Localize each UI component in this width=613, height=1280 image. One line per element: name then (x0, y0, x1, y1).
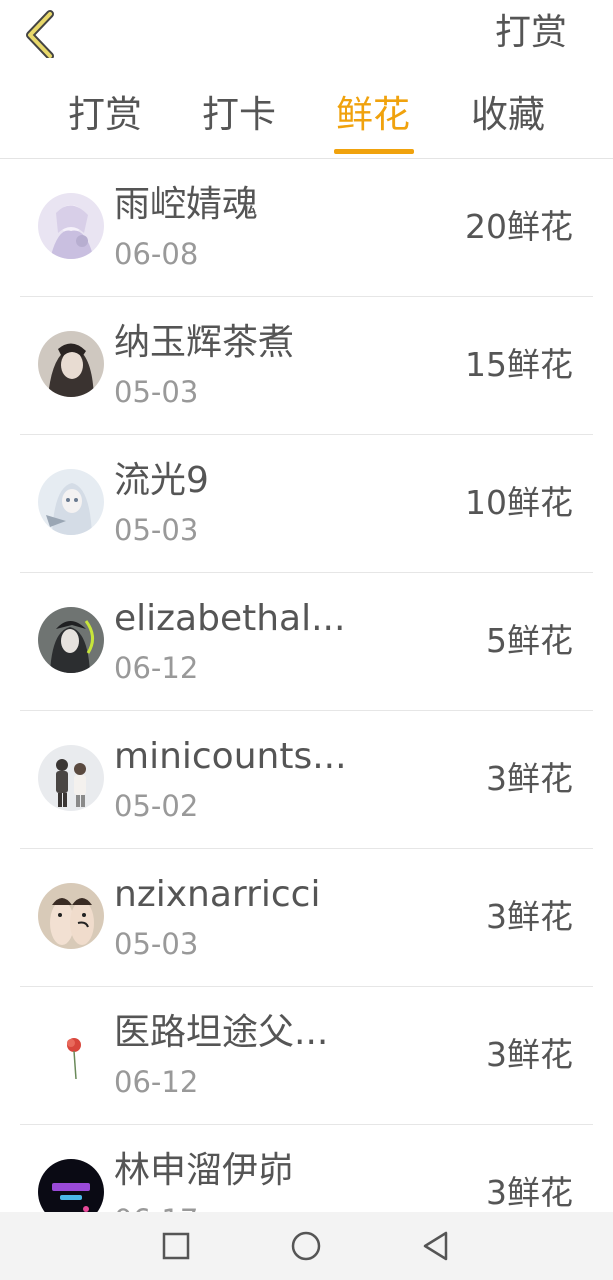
recents-button[interactable] (156, 1226, 196, 1266)
tab-label: 收藏 (471, 93, 545, 136)
date: 05-03 (114, 927, 199, 961)
active-tab-indicator (334, 149, 414, 154)
avatar[interactable] (38, 745, 104, 811)
avatar[interactable] (38, 607, 104, 673)
user-name: 雨崆婧魂 (114, 184, 259, 225)
list-item[interactable]: elizabethal... 06-12 5鲜花 (0, 573, 613, 711)
avatar[interactable] (38, 1159, 104, 1212)
list-item[interactable]: 医路坦途父... 06-12 3鲜花 (0, 987, 613, 1125)
user-name: 林申溜伊峁 (114, 1150, 295, 1191)
avatar[interactable] (38, 469, 104, 535)
flower-amount: 3鲜花 (486, 897, 573, 936)
date: 06-08 (114, 237, 199, 271)
date: 05-03 (114, 513, 199, 547)
flower-amount: 10鲜花 (465, 483, 573, 522)
tab-label: 打赏 (68, 93, 142, 136)
user-name: nzixnarricci (114, 874, 321, 915)
avatar[interactable] (38, 331, 104, 397)
date: 06-17 (114, 1201, 198, 1212)
chevron-left-icon (26, 10, 54, 58)
flower-amount: 15鲜花 (465, 345, 573, 384)
tab-label: 打卡 (202, 93, 276, 136)
avatar[interactable] (38, 193, 104, 259)
user-name: minicounts... (114, 736, 347, 777)
list-item[interactable]: 流光9 05-03 10鲜花 (0, 435, 613, 573)
tab-flowers[interactable]: 鲜花 (313, 80, 433, 158)
reward-action-button[interactable]: 打赏 (495, 8, 567, 58)
list-item[interactable]: 林申溜伊峁 06-17 3鲜花 (0, 1125, 613, 1212)
flower-list: 雨崆婧魂 06-08 20鲜花 纳玉辉茶煮 05-03 15鲜花 流光9 05-… (0, 159, 613, 1212)
user-name: 流光9 (114, 460, 209, 501)
avatar[interactable] (38, 1021, 104, 1087)
date: 05-03 (114, 375, 199, 409)
flower-amount: 20鲜花 (465, 207, 573, 246)
list-item[interactable]: minicounts... 05-02 3鲜花 (0, 711, 613, 849)
user-name: 医路坦途父... (114, 1012, 329, 1053)
circle-icon (291, 1231, 321, 1261)
date: 06-12 (114, 1065, 199, 1099)
user-name: elizabethal... (114, 598, 346, 639)
system-navigation-bar (0, 1212, 613, 1280)
tab-label: 鲜花 (336, 93, 410, 136)
triangle-back-icon (423, 1231, 448, 1261)
tab-checkin[interactable]: 打卡 (179, 80, 299, 158)
flower-amount: 5鲜花 (486, 621, 573, 660)
home-button[interactable] (286, 1226, 326, 1266)
list-item[interactable]: 雨崆婧魂 06-08 20鲜花 (0, 159, 613, 297)
date: 06-12 (114, 651, 199, 685)
tab-favorites[interactable]: 收藏 (448, 80, 568, 158)
flower-amount: 3鲜花 (486, 1173, 573, 1212)
square-icon (162, 1232, 190, 1260)
flower-amount: 3鲜花 (486, 759, 573, 798)
list-item[interactable]: nzixnarricci 05-03 3鲜花 (0, 849, 613, 987)
date: 05-02 (114, 789, 199, 823)
list-item[interactable]: 纳玉辉茶煮 05-03 15鲜花 (0, 297, 613, 435)
flower-amount: 3鲜花 (486, 1035, 573, 1074)
tab-bar: 打赏 打卡 鲜花 收藏 (0, 80, 613, 158)
user-name: 纳玉辉茶煮 (114, 322, 295, 363)
back-button[interactable] (18, 8, 68, 58)
screen: 打赏 打赏 打卡 鲜花 收藏 雨崆婧魂 06-08 20鲜花 纳玉辉茶煮 05-… (0, 0, 613, 1280)
top-bar: 打赏 (0, 0, 613, 70)
system-back-button[interactable] (416, 1226, 456, 1266)
tab-reward[interactable]: 打赏 (45, 80, 165, 158)
avatar[interactable] (38, 883, 104, 949)
